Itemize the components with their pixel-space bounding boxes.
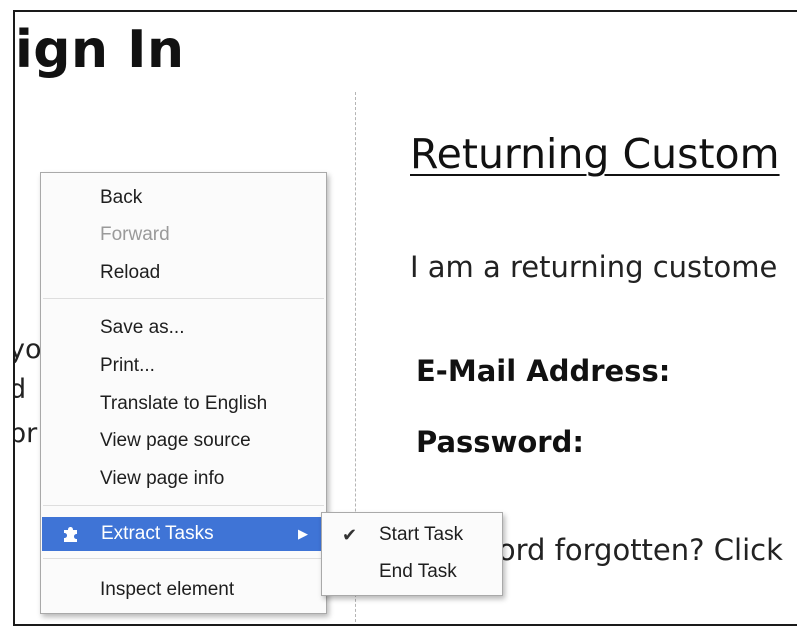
email-label: E-Mail Address: bbox=[416, 354, 671, 388]
left-text-fragment-1: yo bbox=[15, 334, 42, 365]
submenu-item-end-task[interactable]: End Task bbox=[322, 555, 502, 589]
checkmark-icon: ✔ bbox=[342, 525, 358, 545]
menu-item-translate[interactable]: Translate to English bbox=[41, 387, 326, 421]
menu-item-view-source[interactable]: View page source bbox=[41, 424, 326, 458]
extract-tasks-submenu: ✔ Start Task End Task bbox=[321, 512, 503, 596]
menu-separator bbox=[43, 558, 324, 559]
menu-item-print[interactable]: Print... bbox=[41, 349, 326, 383]
menu-item-save-as[interactable]: Save as... bbox=[41, 311, 326, 345]
menu-item-forward: Forward bbox=[100, 224, 170, 245]
context-menu: Back Forward Reload Save as... Print... … bbox=[40, 172, 327, 614]
left-text-fragment-3: pr bbox=[15, 418, 38, 449]
password-label: Password: bbox=[416, 425, 584, 459]
start-task-label: Start Task bbox=[379, 524, 464, 545]
puzzle-icon bbox=[64, 527, 77, 542]
menu-separator bbox=[43, 505, 324, 506]
submenu-item-start-task[interactable]: ✔ Start Task bbox=[322, 518, 502, 552]
returning-customer-intro: I am a returning custome bbox=[410, 250, 778, 284]
menu-item-reload[interactable]: Reload bbox=[41, 256, 326, 290]
page-title: Sign In bbox=[14, 20, 185, 80]
menu-item-inspect-element[interactable]: Inspect element bbox=[41, 573, 326, 607]
menu-item-extract-tasks[interactable]: Extract Tasks ▶ bbox=[42, 517, 324, 551]
menu-item-view-info[interactable]: View page info bbox=[41, 462, 326, 496]
returning-customer-heading: Returning Custom bbox=[410, 130, 780, 178]
menu-item-back[interactable]: Back bbox=[41, 181, 326, 215]
menu-separator bbox=[43, 298, 324, 299]
left-text-fragment-2: d bbox=[15, 374, 26, 405]
submenu-arrow-icon: ▶ bbox=[298, 526, 308, 541]
extract-tasks-label: Extract Tasks bbox=[101, 523, 214, 544]
